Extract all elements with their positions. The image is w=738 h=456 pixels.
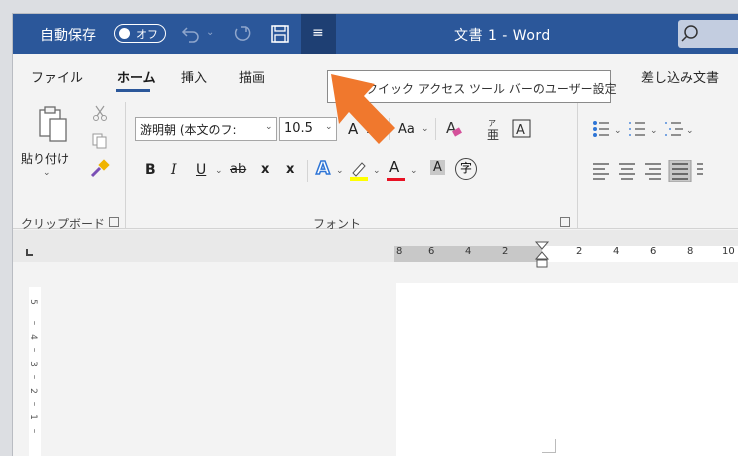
vertical-ruler-tick: – <box>29 347 40 353</box>
tab-home[interactable]: ホーム <box>117 67 156 86</box>
change-case-dropdown-icon[interactable]: ⌄ <box>421 124 429 134</box>
enclose-character-button[interactable]: 字 <box>455 158 477 180</box>
screen-background: 自動保存 オフ ⌄ ≡ 文書 1 - Word ファイル ホーム 挿入 描画 差… <box>0 0 738 456</box>
svg-text:⌄: ⌄ <box>650 126 658 136</box>
search-box[interactable] <box>678 20 738 48</box>
vertical-ruler-tick: – <box>29 374 40 380</box>
ruler-number: 2 <box>502 246 509 257</box>
text-effects-dropdown-icon[interactable]: ⌄ <box>336 166 344 176</box>
vertical-ruler-number: 3 <box>27 361 38 367</box>
vertical-ruler-number: 1 <box>27 414 38 420</box>
autosave-state: オフ <box>136 28 158 41</box>
undo-icon[interactable] <box>180 23 202 45</box>
ruler-number: 10 <box>722 246 735 257</box>
bold-button[interactable]: B <box>145 162 156 178</box>
tab-draw[interactable]: 描画 <box>239 67 265 86</box>
group-divider <box>577 102 578 228</box>
document-page[interactable] <box>396 283 738 456</box>
svg-text:⌄: ⌄ <box>614 126 622 136</box>
italic-button[interactable]: I <box>171 162 177 178</box>
tab-mailings[interactable]: 差し込み文書 <box>641 67 719 86</box>
group-divider <box>125 102 126 228</box>
ruler-number: 6 <box>428 246 435 257</box>
customize-qat-icon: ≡ <box>312 25 324 41</box>
save-icon[interactable] <box>269 23 291 45</box>
cut-icon[interactable] <box>91 104 109 122</box>
vertical-ruler-number: 2 <box>27 388 38 394</box>
svg-text:⌄: ⌄ <box>686 126 694 136</box>
clipboard-launcher-icon[interactable] <box>109 217 119 227</box>
divider <box>435 118 436 140</box>
ruler-number: 6 <box>650 246 657 257</box>
document-title: 文書 1 - Word <box>454 28 551 44</box>
font-color-button[interactable]: A <box>389 158 399 176</box>
ruler-number: 8 <box>687 246 694 257</box>
enclosed-char-icon[interactable]: A <box>511 118 533 140</box>
ruler-number: 8 <box>396 246 403 257</box>
format-painter-icon[interactable] <box>89 158 111 180</box>
divider <box>307 160 308 182</box>
redo-icon[interactable] <box>231 23 253 45</box>
vertical-ruler-number: 5 <box>27 299 38 305</box>
font-name-dropdown-icon[interactable]: ⌄ <box>265 122 273 132</box>
text-effects-button[interactable]: A <box>315 157 330 180</box>
search-icon <box>681 25 698 42</box>
vertical-ruler-tick: – <box>29 428 40 434</box>
autosave-label: 自動保存 <box>40 28 96 44</box>
margin-corner-mark <box>542 439 556 453</box>
active-tab-indicator <box>116 89 150 92</box>
highlight-dropdown-icon[interactable]: ⌄ <box>373 166 381 176</box>
strikethrough-button[interactable]: ab <box>230 162 246 177</box>
tab-file[interactable]: ファイル <box>31 67 83 86</box>
list-buttons[interactable]: ⌄ ⌄ ⌄ <box>591 118 738 140</box>
tab-insert[interactable]: 挿入 <box>181 67 207 86</box>
font-color-dropdown-icon[interactable]: ⌄ <box>410 166 418 176</box>
font-launcher-icon[interactable] <box>560 217 570 227</box>
callout-arrow-icon <box>331 74 395 144</box>
paste-dropdown-icon[interactable]: ⌄ <box>43 168 51 178</box>
paste-icon[interactable] <box>37 105 71 145</box>
ruler-number: 4 <box>465 246 472 257</box>
superscript-button[interactable]: x <box>286 162 294 177</box>
paste-label[interactable]: 貼り付け <box>21 150 69 167</box>
title-bar: 自動保存 オフ ⌄ ≡ 文書 1 - Word <box>13 14 738 54</box>
char-shading-button[interactable]: A <box>430 160 445 175</box>
customize-qat-button[interactable]: ≡ <box>301 14 336 54</box>
ruler-number: 4 <box>613 246 620 257</box>
toggle-knob <box>119 28 130 39</box>
word-window: 自動保存 オフ ⌄ ≡ 文書 1 - Word ファイル ホーム 挿入 描画 差… <box>12 13 738 456</box>
tab-selector-icon[interactable] <box>26 249 33 256</box>
ruler-number: 2 <box>576 246 583 257</box>
svg-text:A: A <box>516 123 525 138</box>
vertical-ruler-number: 4 <box>27 334 38 340</box>
highlight-icon[interactable] <box>348 158 370 182</box>
font-color-bar <box>387 178 405 181</box>
copy-icon[interactable] <box>91 132 109 150</box>
underline-button[interactable]: U <box>196 162 206 178</box>
alignment-buttons[interactable] <box>591 160 738 182</box>
undo-dropdown-icon[interactable]: ⌄ <box>206 27 214 38</box>
svg-text:亜: 亜 <box>487 128 499 142</box>
underline-dropdown-icon[interactable]: ⌄ <box>215 166 223 176</box>
font-name-box[interactable]: 游明朝 (本文のフ: <box>135 117 277 141</box>
vertical-ruler-tick: – <box>29 401 40 407</box>
subscript-button[interactable]: x <box>261 162 269 177</box>
autosave-toggle[interactable]: オフ <box>114 24 166 43</box>
clear-formatting-icon[interactable]: A <box>444 118 464 140</box>
vertical-ruler-tick: – <box>29 320 40 326</box>
phonetic-guide-icon[interactable]: ア 亜 <box>483 118 503 142</box>
indent-marker-icon[interactable] <box>534 240 550 270</box>
svg-text:ア: ア <box>488 119 496 128</box>
